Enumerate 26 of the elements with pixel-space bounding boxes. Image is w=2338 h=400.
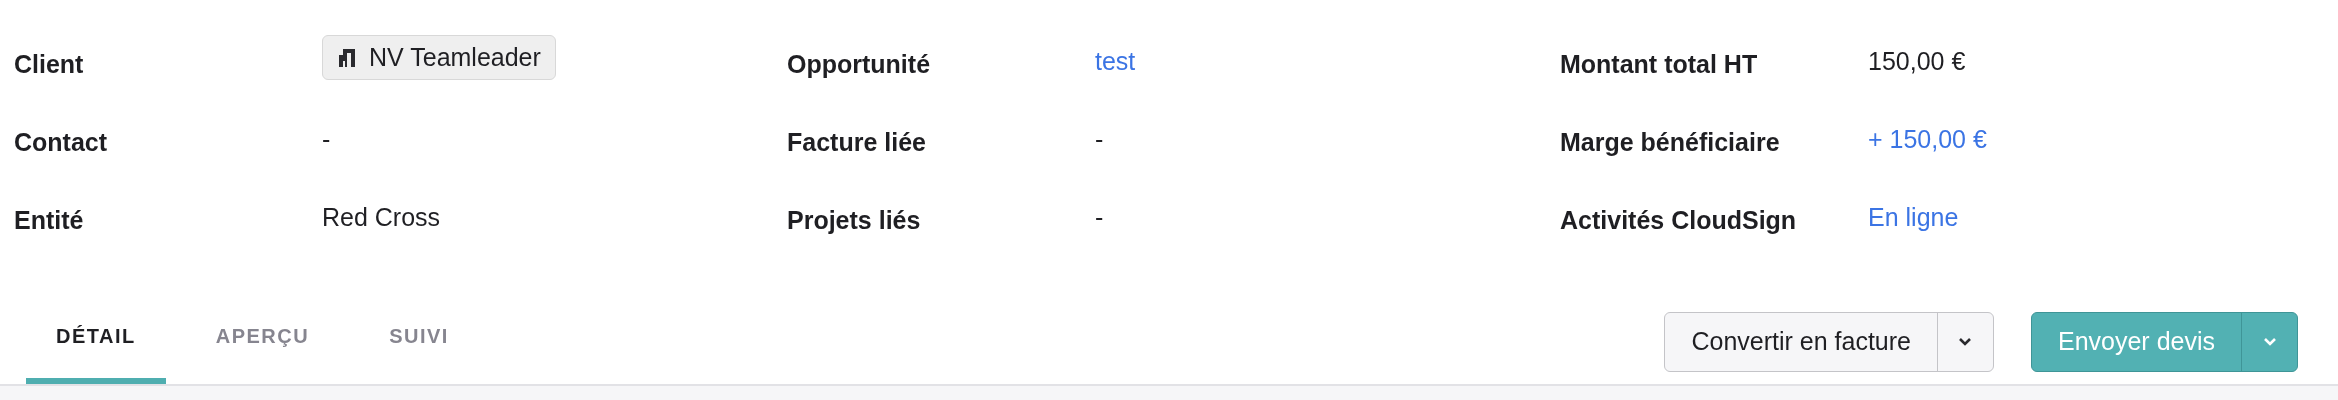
client-name: NV Teamleader: [369, 42, 541, 72]
field-label: Client: [14, 49, 84, 79]
field-label: Activités CloudSign: [1560, 205, 1797, 235]
convert-button[interactable]: Convertir en facture: [1665, 312, 1937, 371]
chevron-down-icon: [2262, 336, 2277, 347]
send-quote-button[interactable]: Envoyer devis: [2031, 312, 2241, 371]
building-icon: [337, 47, 357, 67]
field-value: 150,00 €: [1868, 46, 1966, 76]
field-label: Projets liés: [787, 205, 921, 235]
client-chip[interactable]: NV Teamleader: [322, 34, 556, 80]
tab[interactable]: SUIVI: [359, 303, 479, 384]
chevron-down-icon: [1958, 336, 1973, 347]
field-label: Contact: [14, 127, 108, 157]
field-value: -: [1095, 202, 1104, 232]
field-link[interactable]: test: [1095, 46, 1136, 76]
field-link[interactable]: + 150,00 €: [1868, 124, 1987, 154]
field-label: Entité: [14, 205, 84, 235]
field-label: Montant total HT: [1560, 49, 1758, 79]
field-label: Opportunité: [787, 49, 931, 79]
field-label: Marge bénéficiaire: [1560, 127, 1780, 157]
tab[interactable]: APERÇU: [185, 303, 340, 384]
field-label: Facture liée: [787, 127, 926, 157]
field-value: -: [322, 124, 331, 154]
field-link[interactable]: En ligne: [1868, 202, 1959, 232]
field-value: -: [1095, 124, 1104, 154]
field-value: Red Cross: [322, 202, 441, 232]
